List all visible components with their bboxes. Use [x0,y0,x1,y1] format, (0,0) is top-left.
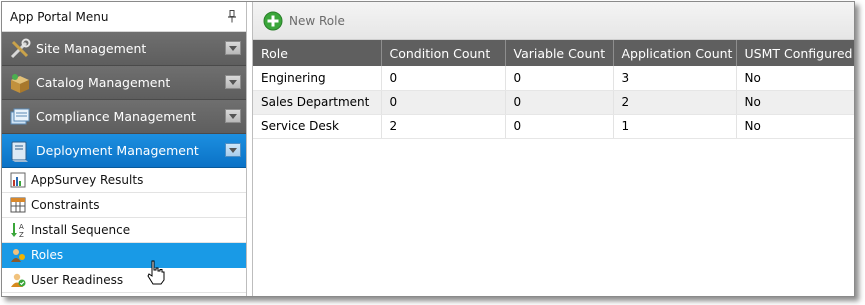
section-site-management[interactable]: Site Management [2,32,246,66]
roles-content-panel: New Role Role Condition Count Variable C… [252,2,854,296]
nav-item-label: Install Sequence [31,223,131,237]
nav-item-label: Roles [31,248,64,262]
chevron-down-icon [229,79,237,85]
svg-text:A: A [19,223,24,231]
nav-header: App Portal Menu [2,2,246,32]
sort-az-icon: A Z [10,222,26,238]
expand-toggle[interactable] [225,75,241,89]
cell-usmt-configured: No [736,90,854,115]
section-catalog-management[interactable]: Catalog Management [2,66,246,100]
cell-variable-count: 0 [505,114,614,139]
table-header-row: Role Condition Count Variable Count Appl… [253,40,854,66]
section-label: Compliance Management [36,109,196,124]
column-header-role[interactable]: Role [253,40,382,66]
expand-toggle[interactable] [225,109,241,123]
pin-icon[interactable] [226,10,238,24]
hand-pointer-icon [146,260,166,286]
deployment-icon [8,139,32,163]
cell-usmt-configured: No [736,66,854,91]
table-row[interactable]: Enginering 0 0 3 No [253,66,854,91]
section-label: Site Management [36,41,147,56]
nav-item-user-readiness[interactable]: User Readiness [2,268,246,293]
roles-icon [10,247,26,263]
nav-item-label: AppSurvey Results [31,173,144,187]
column-header-application-count[interactable]: Application Count [613,40,737,66]
chevron-down-icon [229,147,237,153]
section-label: Catalog Management [36,75,171,90]
cell-variable-count: 0 [505,90,614,115]
cell-application-count: 3 [613,66,737,91]
chart-icon [10,172,26,188]
table-row[interactable]: Service Desk 2 0 1 No [253,114,854,139]
add-circle-icon [263,11,283,31]
new-role-button[interactable]: New Role [263,11,345,31]
collapse-toggle[interactable] [225,143,241,157]
column-header-usmt-configured[interactable]: USMT Configured [736,40,854,66]
nav-item-constraints[interactable]: Constraints [2,193,246,218]
section-compliance-management[interactable]: Compliance Management [2,100,246,134]
section-deployment-management[interactable]: Deployment Management [2,134,246,168]
nav-item-label: Constraints [31,198,100,212]
roles-table: Role Condition Count Variable Count Appl… [253,40,854,139]
expand-toggle[interactable] [225,41,241,55]
grid-icon [10,197,26,213]
nav-item-appsurvey-results[interactable]: AppSurvey Results [2,168,246,193]
column-header-condition-count[interactable]: Condition Count [381,40,506,66]
cell-variable-count: 0 [505,66,614,91]
tools-icon [8,37,32,61]
cell-application-count: 1 [613,114,737,139]
new-role-label: New Role [289,13,345,28]
cell-role: Sales Department [253,90,382,115]
cell-condition-count: 0 [381,90,506,115]
section-label: Deployment Management [36,143,199,158]
navigation-panel: App Portal Menu Site Management Catalog … [2,2,247,296]
nav-item-label: User Readiness [31,273,124,287]
nav-title: App Portal Menu [10,9,109,24]
column-header-variable-count[interactable]: Variable Count [505,40,614,66]
cell-role: Enginering [253,66,382,91]
package-icon [8,71,32,95]
chevron-down-icon [229,113,237,119]
svg-text:Z: Z [19,231,24,238]
user-readiness-icon [10,272,26,288]
app-window: App Portal Menu Site Management Catalog … [1,1,855,297]
chevron-down-icon [229,45,237,51]
cell-usmt-configured: No [736,114,854,139]
toolbar: New Role [253,2,854,40]
compliance-icon [8,105,32,129]
nav-item-install-sequence[interactable]: A Z Install Sequence [2,218,246,243]
cell-application-count: 2 [613,90,737,115]
cell-role: Service Desk [253,114,382,139]
table-row[interactable]: Sales Department 0 0 2 No [253,90,854,115]
nav-item-roles[interactable]: Roles [2,243,246,268]
cell-condition-count: 2 [381,114,506,139]
cell-condition-count: 0 [381,66,506,91]
